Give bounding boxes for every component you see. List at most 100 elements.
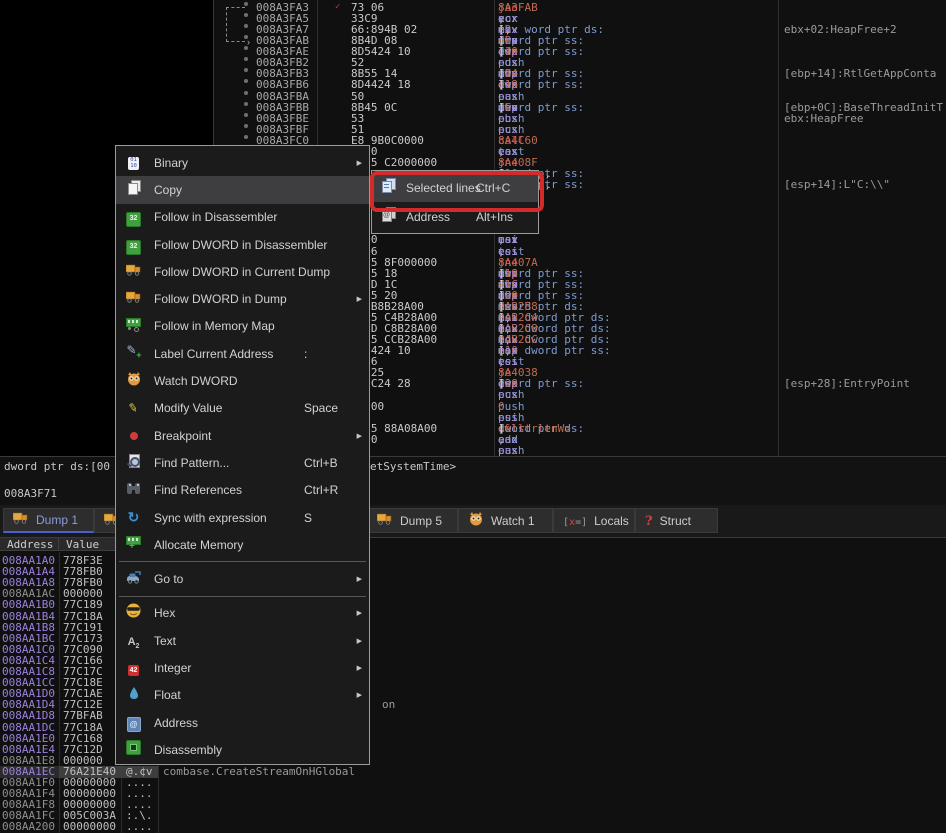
breakpoint-icon — [130, 427, 138, 445]
tab-label: Dump 1 — [36, 513, 78, 527]
disasm-comment: [ebp+0C]:BaseThreadInitT — [784, 102, 943, 113]
x64dbg-screen: ✓008A3FA373 06jae 8A3FAB008A3FA533C9xor … — [0, 0, 946, 833]
menu-item-find-references[interactable]: Find ReferencesCtrl+R — [116, 477, 369, 504]
dump-address: 008AA1B4 — [2, 611, 55, 622]
find-references-icon — [126, 481, 141, 500]
text-icon: A2 — [128, 632, 140, 650]
disasm-row[interactable]: 008A3FBF51push ecx — [214, 124, 946, 135]
menu-item-follow-dword-in-disassembler[interactable]: 32Follow DWORD in Disassembler — [116, 231, 369, 258]
menu-item-binary[interactable]: 0110Binary▶ — [116, 149, 369, 176]
menu-item-find-pattern[interactable]: Find Pattern...Ctrl+B — [116, 449, 369, 476]
info-line-right: etSystemTime> — [370, 461, 456, 472]
disasm-row[interactable]: 008A3FBE53push ebxebx:HeapFree — [214, 113, 946, 124]
menu-shortcut: Ctrl+R — [304, 483, 338, 497]
disasm-row[interactable]: 008A3FBA50push eax — [214, 91, 946, 102]
disassembly-icon — [126, 740, 141, 760]
breakpoint-dot-icon[interactable] — [244, 91, 248, 95]
tab-label: Watch 1 — [491, 514, 535, 528]
memory-map-icon — [126, 317, 141, 335]
dump-address: 008AA200 — [2, 821, 55, 832]
menu-item-float[interactable]: Float▶ — [116, 682, 369, 709]
menu-item-label: Follow DWORD in Current Dump — [154, 265, 330, 279]
menu-item-label: Follow in Memory Map — [154, 319, 275, 333]
menu-item-label: Find Pattern... — [154, 456, 229, 470]
dump-comment: combase.CreateStreamOnHGlobal — [163, 766, 355, 777]
sync-icon: ↻ — [128, 509, 140, 527]
breakpoint-dot-icon[interactable] — [244, 79, 248, 83]
menu-item-address[interactable]: @Address — [116, 709, 369, 736]
dump-value: 00000000 — [63, 821, 116, 832]
menu-item-follow-dword-in-dump[interactable]: Follow DWORD in Dump▶ — [116, 285, 369, 312]
menu-item-breakpoint[interactable]: Breakpoint▶ — [116, 422, 369, 449]
breakpoint-dot-icon[interactable] — [244, 135, 248, 139]
integer-icon: 42 — [128, 659, 140, 677]
submenu-arrow-icon: ▶ — [357, 637, 362, 645]
disasm-bytes: 50 — [351, 91, 364, 102]
current-address: 008A3F71 — [4, 488, 57, 499]
info-line-left: dword ptr ds:[00 — [4, 461, 110, 472]
menu-item-follow-in-disassembler[interactable]: 32Follow in Disassembler — [116, 204, 369, 231]
menu-item-go-to[interactable]: Go to▶ — [116, 565, 369, 592]
menu-item-allocate-memory[interactable]: + Allocate Memory — [116, 531, 369, 558]
menu-item-label-current-address[interactable]: ✎+Label Current Address: — [116, 340, 369, 367]
disasm-comment: ebx+02:HeapFree+2 — [784, 24, 897, 35]
disasm-row[interactable]: 008A3FAE8D5424 10lea edx,dword ptr ss:[e… — [214, 46, 946, 57]
breakpoint-dot-icon[interactable] — [244, 124, 248, 128]
tab-dump-5[interactable]: Dump 5 — [367, 508, 458, 533]
menu-item-hex[interactable]: Hex▶ — [116, 600, 369, 627]
column-header-value[interactable]: Value — [59, 538, 121, 551]
menu-item-label: Allocate Memory — [154, 538, 243, 552]
menu-item-integer[interactable]: 42Integer▶ — [116, 654, 369, 681]
breakpoint-dot-icon[interactable] — [244, 57, 248, 61]
menu-item-modify-value[interactable]: ✎Modify ValueSpace — [116, 395, 369, 422]
column-header-address[interactable]: Address — [0, 538, 59, 551]
breakpoint-dot-icon[interactable] — [244, 113, 248, 117]
menu-item-watch-dword[interactable]: Watch DWORD — [116, 367, 369, 394]
disasm-bytes: 8D4424 18 — [351, 79, 411, 90]
menu-item-label: Disassembly — [154, 743, 222, 757]
jump-taken-icon: ✓ — [335, 2, 340, 12]
cpu-32-icon: 32 — [126, 235, 141, 255]
address-icon: @ — [127, 714, 141, 732]
disasm-comment: [esp+28]:EntryPoint — [784, 378, 910, 389]
dump-row[interactable]: 008AA20000000000.... — [0, 821, 946, 832]
disasm-row[interactable]: ✓008A3FA373 06jae 8A3FAB — [214, 2, 946, 13]
cpu-32-icon: 32 — [126, 207, 141, 227]
menu-item-copy[interactable]: Copy — [116, 176, 369, 203]
truck-icon — [126, 290, 142, 308]
tab-struct[interactable]: ?Struct — [635, 508, 718, 533]
tab-watch-1[interactable]: Watch 1 — [458, 508, 553, 533]
menu-item-label: Label Current Address — [154, 347, 273, 361]
disasm-row[interactable]: 008A3FB68D4424 18lea eax,dword ptr ss:[e… — [214, 79, 946, 90]
menu-item-text[interactable]: A2Text▶ — [116, 627, 369, 654]
tab-locals[interactable]: [x=]Locals — [553, 508, 635, 533]
menu-item-label: Integer — [154, 661, 191, 675]
dump-value: 77BFAB — [63, 710, 103, 721]
tab-dump-1[interactable]: Dump 1 — [3, 508, 94, 533]
pencil-icon: ✎ — [128, 399, 138, 417]
breakpoint-dot-icon[interactable] — [244, 102, 248, 106]
hex-icon — [126, 603, 141, 623]
dump-address: 008AA1E0 — [2, 733, 55, 744]
menu-separator — [119, 596, 366, 597]
menu-item-label: Sync with expression — [154, 511, 267, 525]
menu-item-follow-dword-in-current-dump[interactable]: Follow DWORD in Current Dump — [116, 258, 369, 285]
dump-address: 008AA1D8 — [2, 710, 55, 721]
tab-label: Locals — [594, 514, 629, 528]
watch-icon — [126, 371, 142, 391]
allocate-memory-icon: + — [126, 535, 141, 554]
jump-line: › — [226, 7, 245, 42]
disasm-row[interactable]: 008A3FBB8B45 0Cmov eax,dword ptr ss:[ebp… — [214, 102, 946, 113]
menu-shortcut: S — [304, 511, 312, 525]
menu-shortcut: Space — [304, 401, 338, 415]
annotation-box — [370, 171, 544, 212]
breakpoint-dot-icon[interactable] — [244, 2, 248, 6]
menu-item-follow-in-memory-map[interactable]: Follow in Memory Map — [116, 313, 369, 340]
breakpoint-dot-icon[interactable] — [244, 68, 248, 72]
dump-value: 77C18A — [63, 722, 103, 733]
menu-item-sync-with-expression[interactable]: ↻ Sync with expression S — [116, 504, 369, 531]
submenu-arrow-icon: ▶ — [357, 295, 362, 303]
menu-item-disassembly[interactable]: Disassembly — [116, 736, 369, 763]
tab-label: Dump 5 — [400, 514, 442, 528]
binary-icon: 0110 — [128, 154, 139, 172]
